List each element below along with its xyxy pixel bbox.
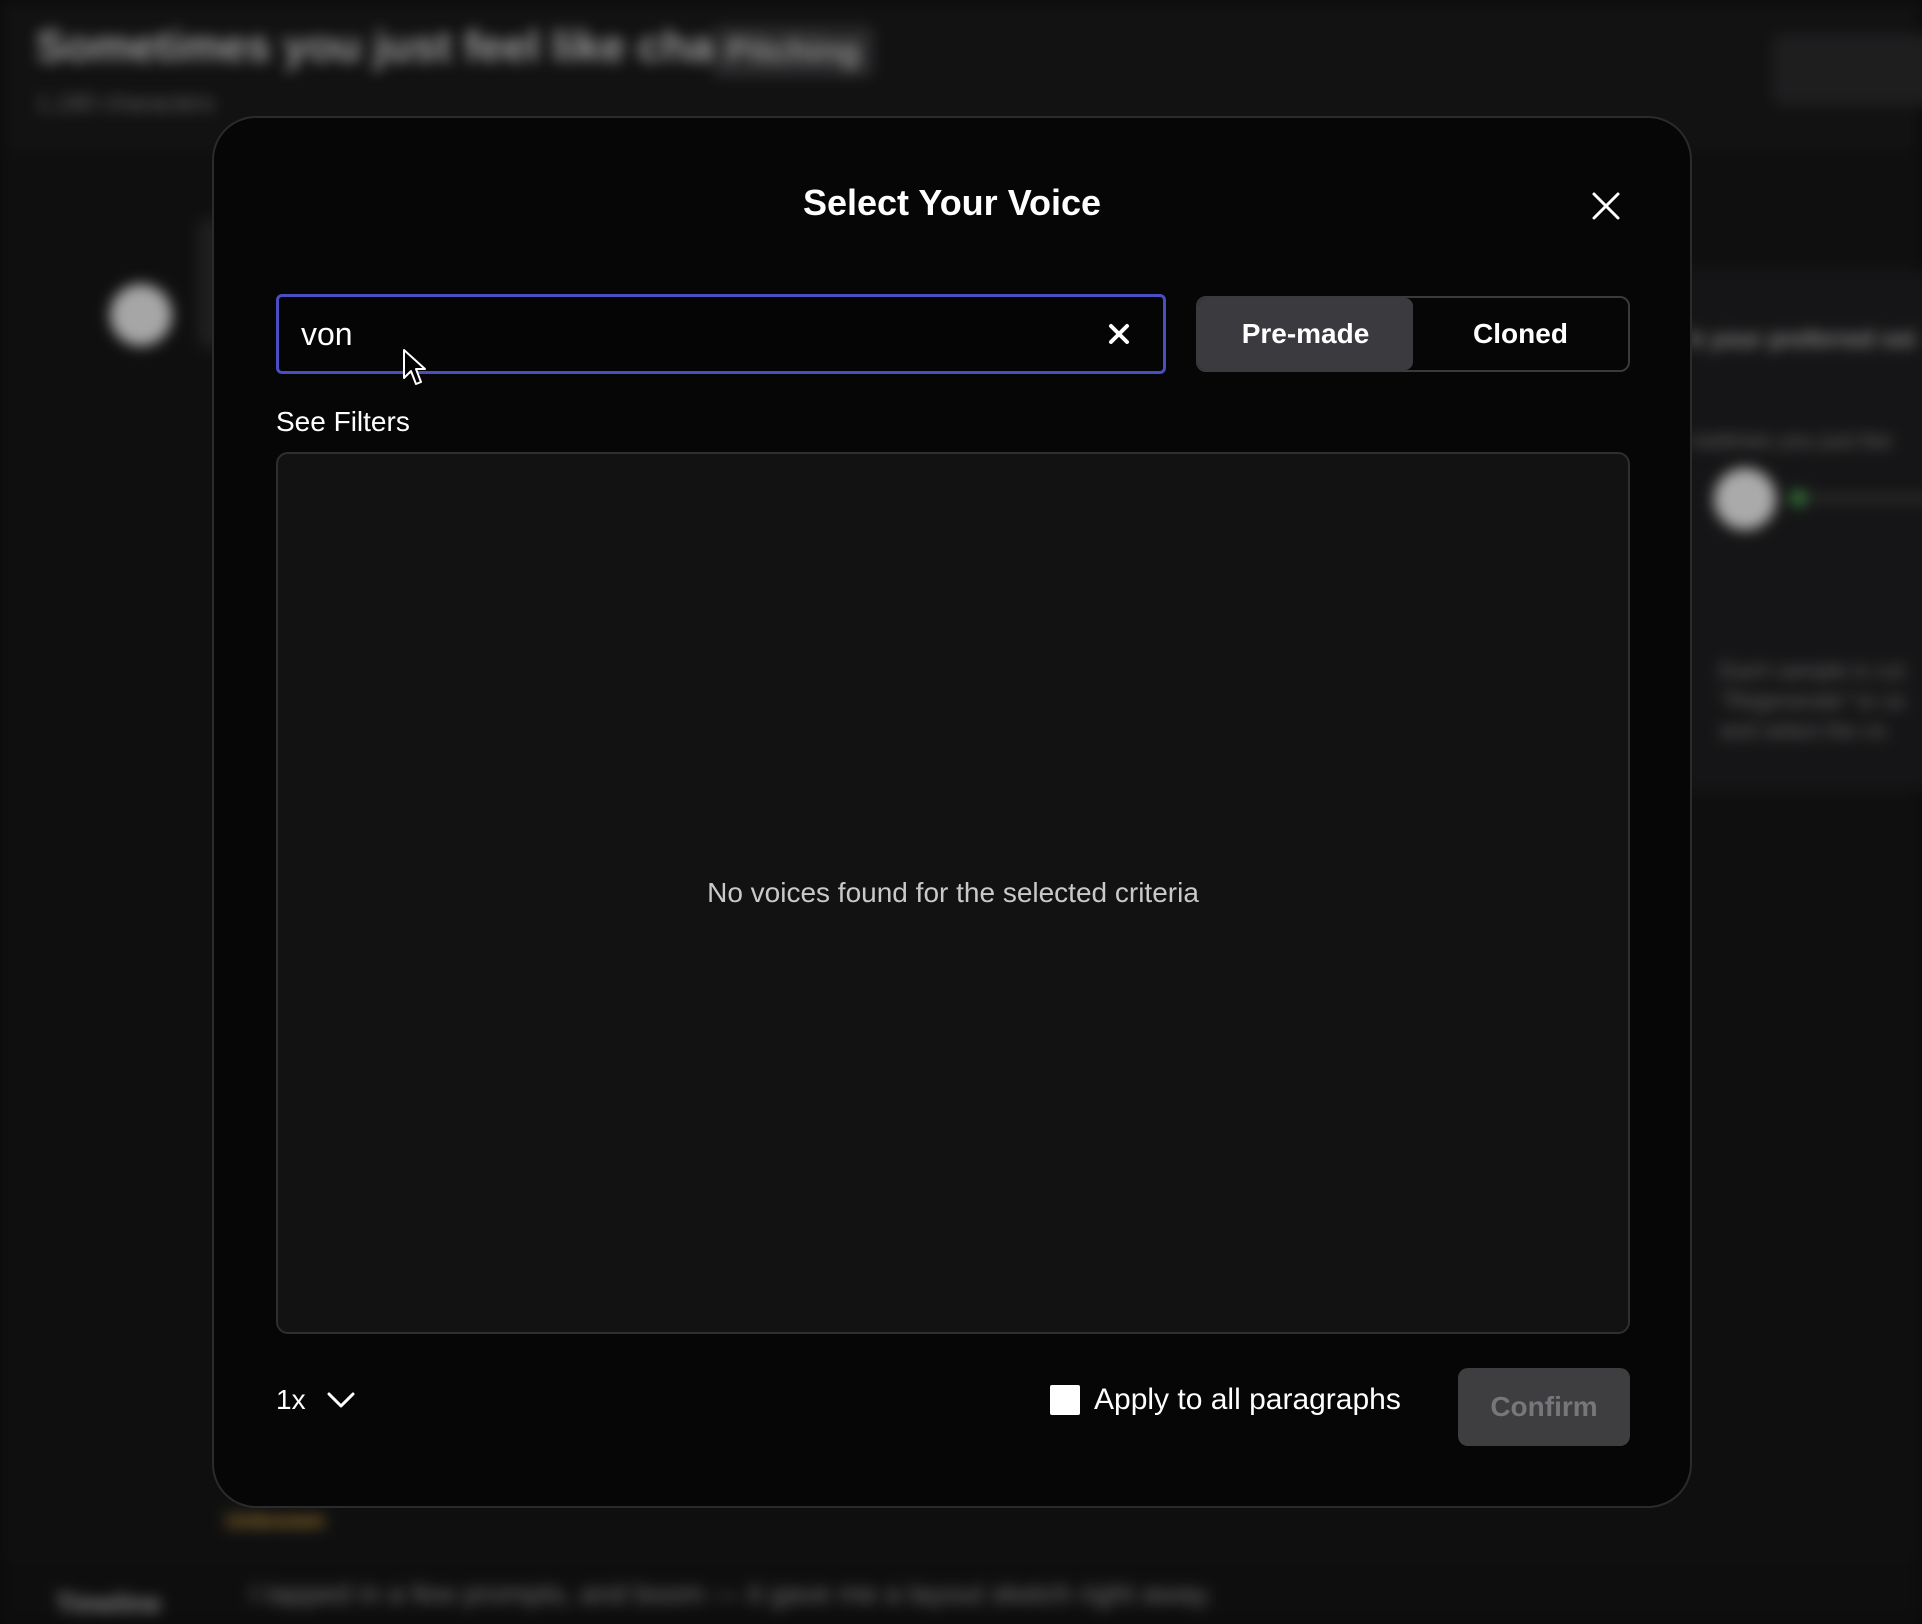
speed-value: 1x	[276, 1384, 306, 1415]
close-button[interactable]	[1584, 184, 1628, 228]
confirm-button[interactable]: Confirm	[1458, 1368, 1630, 1446]
see-filters-link[interactable]: See Filters	[276, 406, 410, 438]
voice-type-toggle: Pre-made Cloned	[1196, 296, 1630, 372]
apply-all-option: Apply to all paragraphs	[1050, 1372, 1401, 1428]
apply-all-label: Apply to all paragraphs	[1094, 1383, 1401, 1416]
empty-state-message: No voices found for the selected criteri…	[707, 877, 1199, 908]
tab-cloned[interactable]: Cloned	[1413, 298, 1628, 370]
select-voice-dialog: Select Your Voice Pre-made Cloned See Fi…	[212, 116, 1692, 1508]
clear-search-button[interactable]	[1089, 304, 1149, 364]
chevron-down-icon	[327, 1392, 355, 1408]
speed-select[interactable]: 1x	[276, 1372, 356, 1428]
mouse-cursor-icon	[403, 349, 426, 385]
dialog-title: Select Your Voice	[802, 182, 1102, 223]
search-input[interactable]	[279, 297, 1089, 371]
tab-pre-made[interactable]: Pre-made	[1198, 298, 1413, 370]
clear-icon	[1109, 324, 1129, 344]
voice-results-list: No voices found for the selected criteri…	[276, 452, 1630, 1334]
apply-all-checkbox[interactable]	[1050, 1385, 1080, 1415]
close-icon	[1592, 192, 1620, 220]
